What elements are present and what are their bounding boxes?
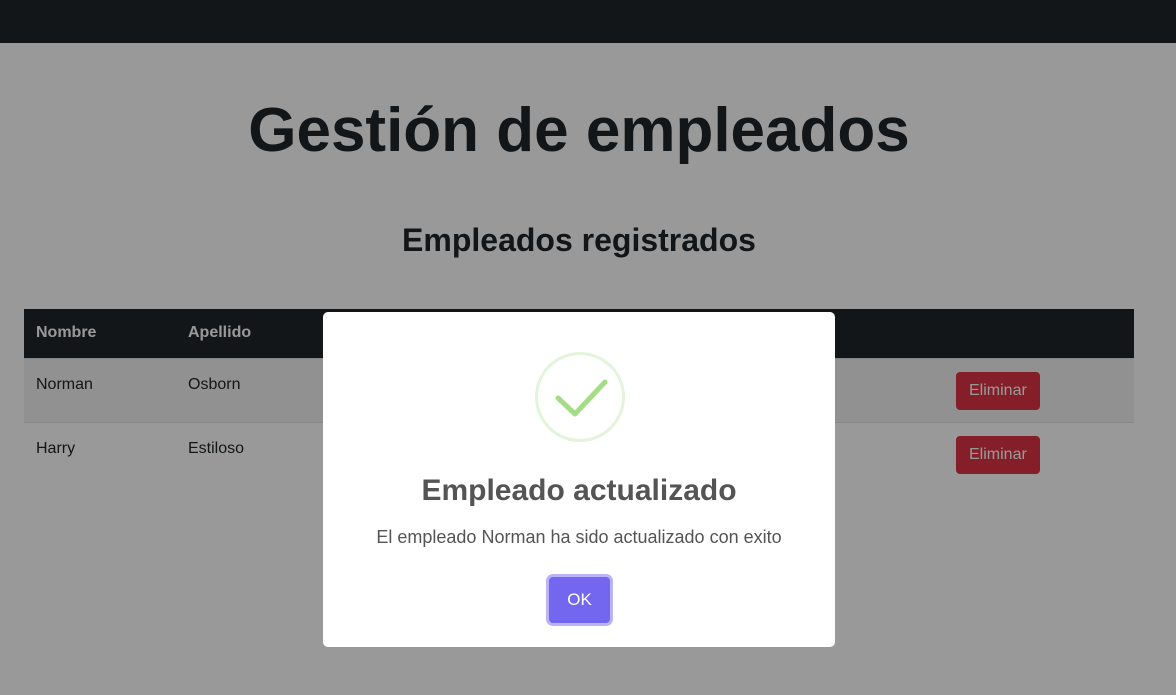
check-mark-icon: [555, 379, 608, 417]
success-modal: Empleado actualizado El empleado Norman …: [323, 312, 835, 647]
modal-title: Empleado actualizado: [421, 474, 737, 507]
modal-message: El empleado Norman ha sido actualizado c…: [376, 527, 782, 547]
ok-button[interactable]: OK: [549, 577, 610, 623]
success-check-icon: [535, 352, 625, 442]
